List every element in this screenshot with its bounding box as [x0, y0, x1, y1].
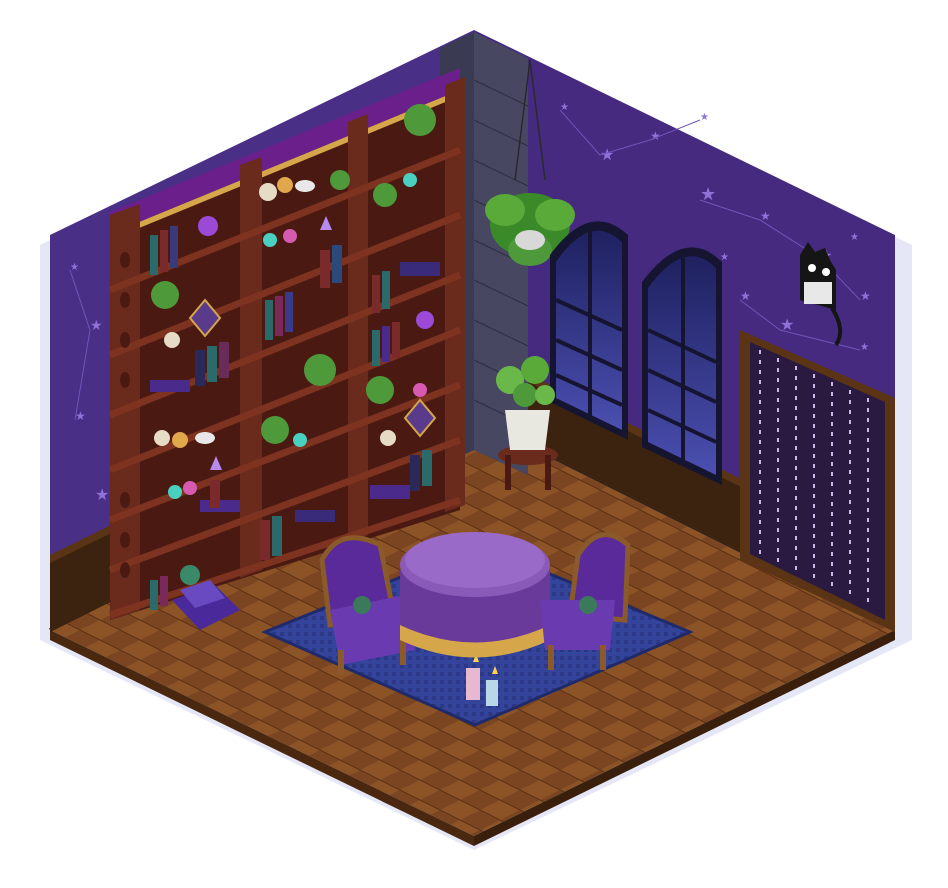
svg-text:★: ★	[780, 315, 794, 334]
room-canvas: ★ ★ ★ ★ ★ ★ ★ ★ ★ ★ ★ ★ ★ ★ ★ ★ ★	[40, 30, 912, 850]
arched-window-right	[642, 247, 722, 485]
svg-text:★: ★	[90, 318, 103, 334]
svg-text:★: ★	[860, 342, 869, 353]
round-table-with-cloth[interactable]	[400, 532, 550, 658]
svg-text:★: ★	[700, 112, 709, 123]
crystal-ball-icon-2	[579, 596, 597, 614]
svg-text:★: ★	[720, 252, 729, 263]
isometric-room-scene: ★ ★ ★ ★ ★ ★ ★ ★ ★ ★ ★ ★ ★ ★ ★ ★ ★	[0, 0, 948, 888]
crystal-ball-icon	[353, 596, 371, 614]
svg-text:★: ★	[860, 289, 871, 303]
svg-text:★: ★	[95, 485, 109, 504]
svg-text:★: ★	[700, 184, 716, 205]
svg-text:★: ★	[850, 232, 859, 243]
arched-window-left	[550, 221, 628, 440]
crystal-orb-icon	[198, 216, 218, 236]
svg-text:★: ★	[70, 262, 79, 273]
